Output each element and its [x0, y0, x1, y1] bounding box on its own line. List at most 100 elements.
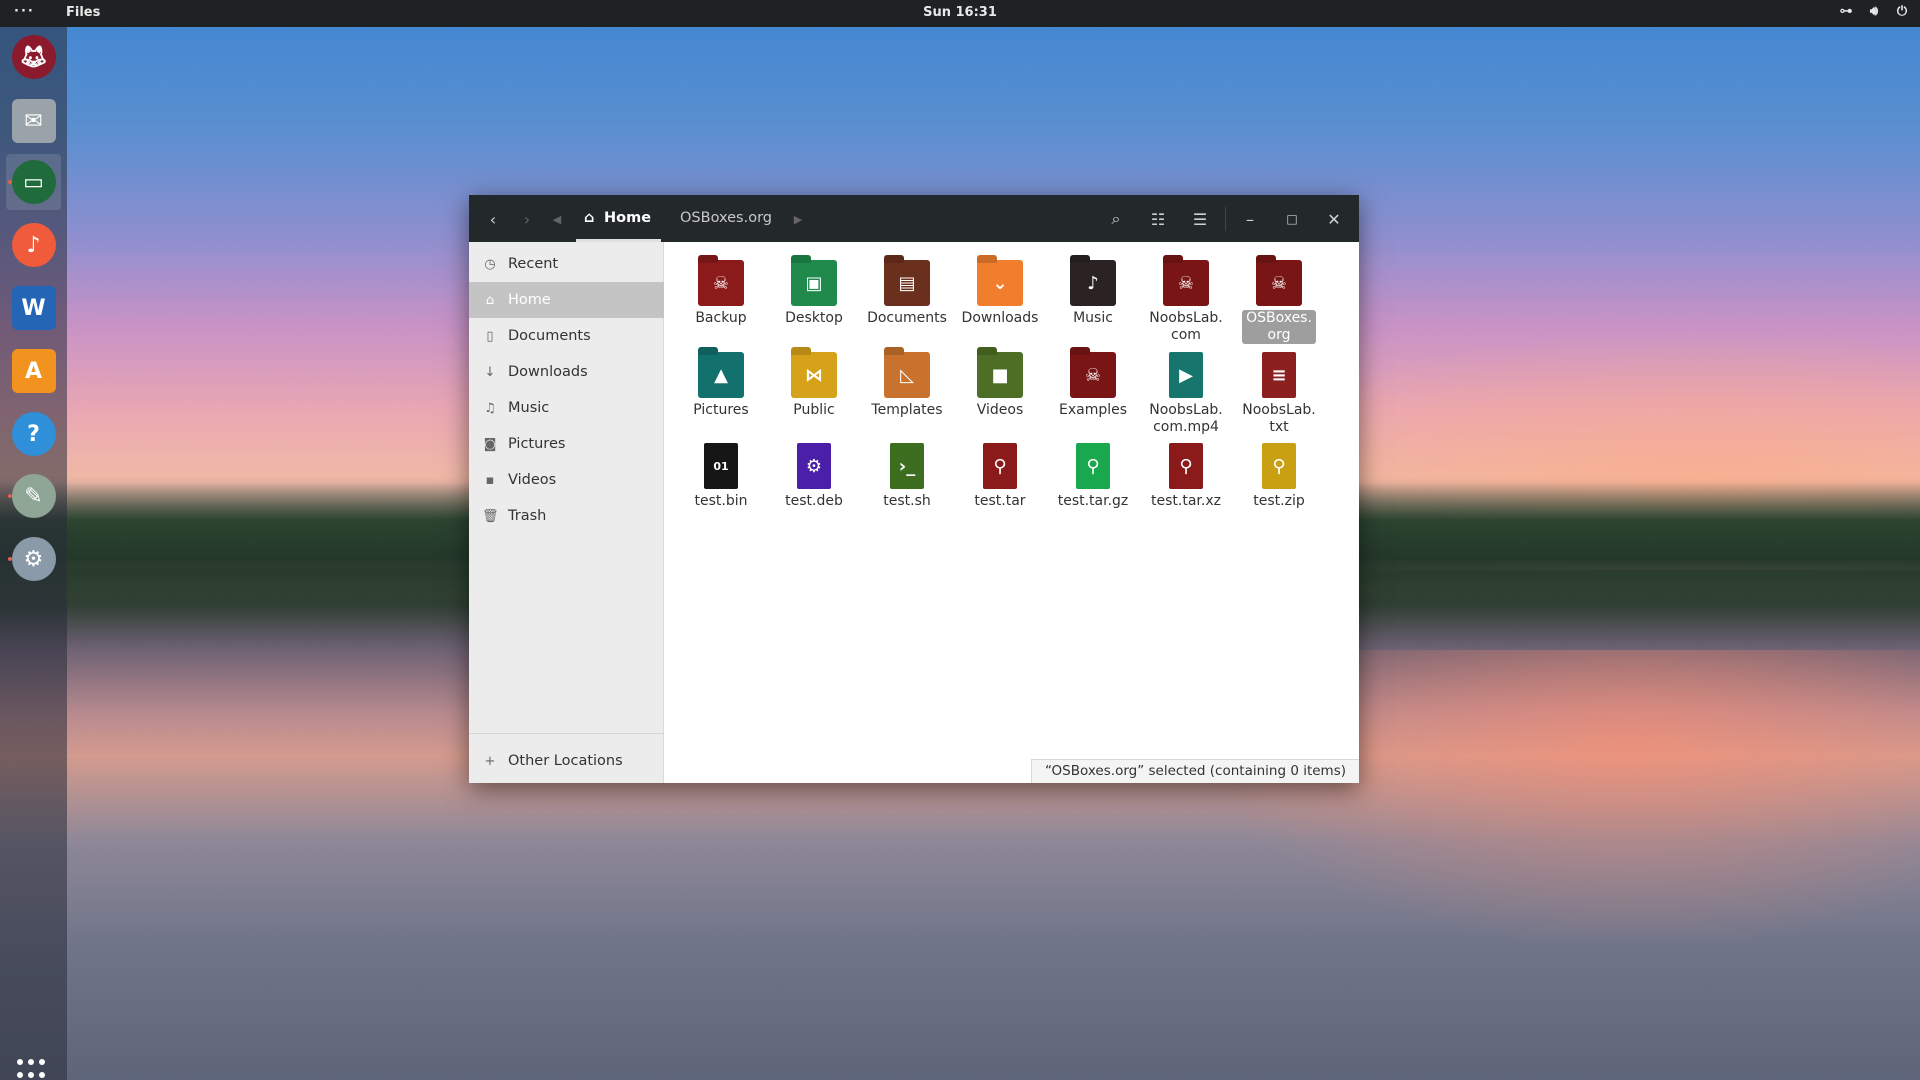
sidebar-item-label: Home	[508, 292, 551, 308]
maximize-button[interactable]: □	[1276, 203, 1308, 235]
folder-icon: ▣	[791, 260, 837, 306]
dock-files-launcher[interactable]: ▭	[6, 154, 61, 210]
file-label: NoobsLab. txt	[1242, 402, 1316, 435]
folder-icon: ■	[977, 352, 1023, 398]
file-item[interactable]: ☠ OSBoxes. org	[1234, 260, 1324, 344]
triangle-right-icon: ▶	[793, 212, 803, 226]
dock-writer-launcher[interactable]: W	[6, 280, 61, 336]
file-icon: ⚲	[1169, 443, 1203, 489]
file-label: Public	[793, 402, 835, 418]
dock-mail-launcher[interactable]: ✉	[6, 93, 61, 149]
sidebar-item-documents[interactable]: ▯ Documents	[469, 318, 664, 354]
file-label: Pictures	[693, 402, 749, 418]
file-label: NoobsLab. com.mp4	[1149, 402, 1223, 435]
file-label: OSBoxes. org	[1242, 310, 1316, 344]
running-indicator	[8, 494, 12, 498]
sidebar-item-trash[interactable]: 🗑︎ Trash	[469, 498, 664, 534]
file-view[interactable]: “OSBoxes.org” selected (containing 0 ite…	[665, 242, 1359, 783]
file-item[interactable]: ⚲ test.tar	[955, 443, 1045, 510]
file-item[interactable]: ♪ Music	[1048, 260, 1138, 327]
file-label: test.deb	[785, 493, 843, 509]
search-button[interactable]: ⌕	[1100, 203, 1132, 235]
file-label: test.zip	[1253, 493, 1305, 509]
chevron-left-icon: ‹	[489, 209, 497, 229]
sidebar-item-label: Recent	[508, 256, 559, 272]
close-button[interactable]: ✕	[1318, 203, 1350, 235]
sidebar-item-label: Downloads	[508, 364, 588, 380]
sidebar-item-pictures[interactable]: ◙ Pictures	[469, 426, 664, 462]
sidebar-separator	[469, 733, 664, 734]
dock-software-launcher[interactable]: A	[6, 343, 61, 399]
sidebar-item-recent[interactable]: ◷ Recent	[469, 246, 664, 282]
sidebar-item-label: Trash	[508, 508, 547, 524]
file-item[interactable]: ⋈ Public	[769, 352, 859, 419]
file-item[interactable]: ◺ Templates	[862, 352, 952, 419]
file-item[interactable]: ⚲ test.tar.xz	[1141, 443, 1231, 510]
file-item[interactable]: ≡ NoobsLab. txt	[1234, 352, 1324, 436]
file-item[interactable]: ▤ Documents	[862, 260, 952, 327]
file-item[interactable]: ▲ Pictures	[676, 352, 766, 419]
file-item[interactable]: ⚲ test.tar.gz	[1048, 443, 1138, 510]
file-icon: ⚙	[797, 443, 831, 489]
volume-icon[interactable]: 🔊︎	[1866, 4, 1882, 20]
view-options-button[interactable]: ☷	[1142, 203, 1174, 235]
running-indicator	[8, 557, 12, 561]
file-item[interactable]: 01 test.bin	[676, 443, 766, 510]
sidebar-item-videos[interactable]: ▪ Videos	[469, 462, 664, 498]
sidebar-item-label: Other Locations	[508, 753, 623, 769]
home-icon: ⌂	[584, 210, 595, 226]
minimize-button[interactable]: –	[1234, 203, 1266, 235]
system-tray[interactable]: ⊶ 🔊︎ ⏻	[1838, 4, 1910, 20]
running-indicator	[8, 180, 12, 184]
dock: 🦊︎ ✉ ▭ ♪ W A? ✎ ⚙	[0, 27, 67, 1080]
back-button[interactable]: ‹	[477, 203, 509, 235]
clock[interactable]: Sun 16:31	[0, 5, 1920, 20]
menu-button[interactable]: ☰	[1184, 203, 1216, 235]
path-scroll-right-button[interactable]: ▶	[786, 203, 810, 235]
forward-button[interactable]: ›	[511, 203, 543, 235]
breadcrumb-osboxes[interactable]: OSBoxes.org	[680, 195, 772, 242]
status-bar: “OSBoxes.org” selected (containing 0 ite…	[1031, 759, 1359, 783]
file-label: NoobsLab. com	[1149, 310, 1223, 343]
file-icon: ⚲	[983, 443, 1017, 489]
file-item[interactable]: ▶ NoobsLab. com.mp4	[1141, 352, 1231, 436]
app-menu[interactable]: Files	[66, 5, 100, 20]
file-item[interactable]: ■ Videos	[955, 352, 1045, 419]
file-item[interactable]: ⚲ test.zip	[1234, 443, 1324, 510]
network-icon[interactable]: ⊶	[1838, 4, 1854, 20]
download-icon: ↓	[484, 364, 496, 380]
dock-help-launcher[interactable]: ?	[6, 406, 61, 462]
fox-icon: 🦊︎	[11, 35, 56, 79]
dock-settings-launcher[interactable]: ⚙	[6, 531, 61, 587]
mail-icon: ✉	[11, 99, 56, 143]
list-view-icon: ☷	[1150, 209, 1166, 229]
show-applications-icon[interactable]	[17, 1059, 51, 1080]
folder-icon: ⌄	[977, 260, 1023, 306]
file-item[interactable]: ⚙ test.deb	[769, 443, 859, 510]
sidebar-item-home[interactable]: ⌂ Home	[469, 282, 664, 318]
activities-button[interactable]: ···	[14, 4, 35, 19]
folder-icon: ⋈	[791, 352, 837, 398]
file-item[interactable]: ⌄ Downloads	[955, 260, 1045, 327]
power-icon[interactable]: ⏻	[1894, 4, 1910, 20]
file-label: Examples	[1058, 402, 1128, 418]
file-label: test.tar	[974, 493, 1026, 509]
file-icon: 01	[704, 443, 738, 489]
sidebar-item-other-locations[interactable]: + Other Locations	[469, 743, 664, 779]
chevron-right-icon: ›	[523, 209, 531, 229]
file-icon: ▶	[1169, 352, 1203, 398]
file-item[interactable]: ☠ NoobsLab. com	[1141, 260, 1231, 344]
file-item[interactable]: ›_ test.sh	[862, 443, 952, 510]
sidebar-item-downloads[interactable]: ↓ Downloads	[469, 354, 664, 390]
sidebar-item-music[interactable]: ♫ Music	[469, 390, 664, 426]
dock-tweaks-launcher[interactable]: ✎	[6, 468, 61, 524]
folder-icon: ▭	[11, 160, 56, 204]
path-scroll-left-button[interactable]: ◀	[545, 203, 569, 235]
breadcrumb-home[interactable]: ⌂ Home	[575, 195, 662, 242]
file-item[interactable]: ☠ Backup	[676, 260, 766, 327]
file-label: test.bin	[694, 493, 748, 509]
file-item[interactable]: ▣ Desktop	[769, 260, 859, 327]
dock-music-launcher[interactable]: ♪	[6, 217, 61, 273]
file-item[interactable]: ☠ Examples	[1048, 352, 1138, 419]
dock-browser-launcher[interactable]: 🦊︎	[6, 29, 61, 85]
